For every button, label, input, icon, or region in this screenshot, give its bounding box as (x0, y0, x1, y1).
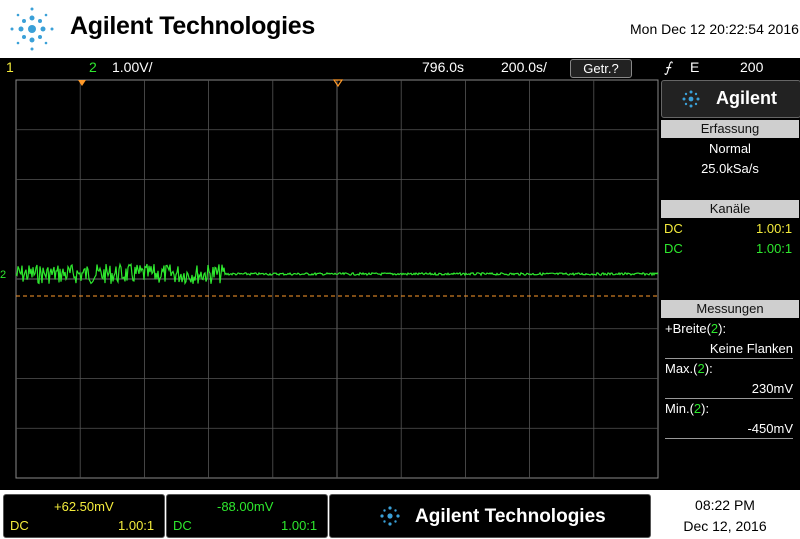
measurements-heading[interactable]: Messungen (661, 300, 799, 318)
waveform-display[interactable]: 2 (0, 78, 660, 480)
divider (665, 438, 793, 439)
bottom-brand: Agilent Technologies (415, 506, 606, 527)
measurement-max-label: Max.(2): (665, 361, 713, 376)
channel2-probe: 1.00:1 (756, 241, 793, 256)
channel2-probe-bottom: 1.00:1 (281, 518, 318, 533)
measurement-width-value: Keine Flanken (709, 341, 793, 356)
channel2-scale: 1.00V/ (112, 59, 153, 75)
time-delay: 796.0s (422, 59, 465, 75)
clock-time: 08:22 PM (695, 497, 755, 513)
agilent-spark-small-icon (682, 90, 700, 108)
channel2-indicator[interactable]: 2 (89, 59, 97, 75)
channels-heading[interactable]: Kanäle (661, 200, 799, 218)
channel2-coupling-bottom: DC (173, 518, 192, 533)
divider (665, 358, 793, 359)
channel1-coupling-bottom: DC (10, 518, 29, 533)
acquisition-heading[interactable]: Erfassung (661, 120, 799, 138)
divider (665, 398, 793, 399)
channel1-coupling: DC (664, 221, 683, 236)
channel2-coupling: DC (664, 241, 683, 256)
panel-brand: Agilent (716, 88, 777, 108)
status-bar: 1 2 1.00V/ 796.0s 200.0s/ Getr.? ⨍ E 200 (0, 58, 800, 79)
measurement-width-label: +Breite(2): (665, 321, 727, 336)
panel-brand-box: Agilent (661, 80, 800, 118)
acquisition-rate: 25.0kSa/s (701, 161, 759, 176)
measurement-min-value: -450mV (747, 421, 793, 436)
trigger-edge-icon: ⨍ (664, 59, 672, 75)
agilent-spark-bottom-icon (380, 506, 400, 526)
agilent-spark-logo-icon (10, 7, 54, 51)
trigger-mode: E (690, 59, 700, 75)
channel1-probe: 1.00:1 (756, 221, 793, 236)
side-panel (660, 80, 800, 478)
channel2-info-box[interactable]: -88.00mV DC 1.00:1 (166, 494, 328, 538)
header-datetime: Mon Dec 12 20:22:54 2016 (630, 21, 799, 37)
channel1-info-box[interactable]: +62.50mV DC 1.00:1 (3, 494, 165, 538)
acquisition-mode: Normal (709, 141, 751, 156)
brand-title: Agilent Technologies (70, 12, 315, 40)
channel1-indicator[interactable]: 1 (6, 59, 14, 75)
run-state-button[interactable]: Getr.? (570, 59, 632, 78)
header-bar: Agilent Technologies Mon Dec 12 20:22:54… (0, 0, 800, 58)
measurement-max-value: 230mV (751, 381, 793, 396)
channel2-offset: -88.00mV (217, 499, 274, 514)
clock-date: Dec 12, 2016 (683, 518, 767, 534)
channel2-ground-marker[interactable]: 2 (0, 269, 6, 281)
channel1-offset: +62.50mV (54, 499, 114, 514)
measurement-min-label: Min.(2): (665, 401, 710, 416)
bottom-clock: 08:22 PM Dec 12, 2016 (652, 494, 798, 538)
trigger-level: 200 (740, 59, 764, 75)
timebase: 200.0s/ (501, 59, 547, 75)
bottom-brand-box: Agilent Technologies (329, 494, 651, 538)
channel1-probe-bottom: 1.00:1 (118, 518, 155, 533)
